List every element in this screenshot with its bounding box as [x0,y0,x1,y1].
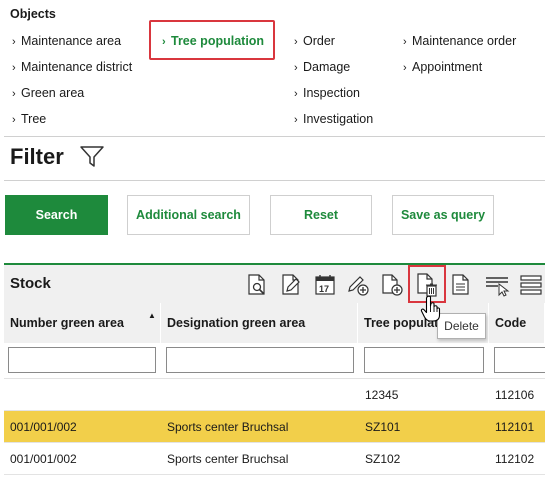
objects-column-4: › Maintenance order › Appointment [403,28,516,80]
object-damage[interactable]: › Damage [294,54,373,80]
object-investigation[interactable]: › Investigation [294,106,373,132]
objects-title: Objects [10,7,56,21]
reset-button[interactable]: Reset [270,195,372,235]
view-document-icon[interactable] [244,270,270,300]
chevron-right-icon: › [12,114,16,126]
sort-ascending-icon[interactable]: ▲ [148,311,156,320]
objects-column-1: › Maintenance area › Maintenance district … [12,28,132,132]
object-appointment[interactable]: › Appointment [403,54,516,80]
table-row[interactable]: 001/001/002 Sports center Bruchsal SZ102… [4,443,545,475]
cell-code: 112106 [495,388,535,402]
save-as-query-button[interactable]: Save as query [392,195,494,235]
table-row[interactable]: 12345 112106 [4,379,545,411]
chevron-right-icon: › [294,36,298,48]
object-label: Tree population [171,34,265,48]
report-document-icon[interactable] [448,270,474,300]
filter-designation-green-area-input[interactable] [166,347,354,373]
cell-number-green-area: 001/001/002 [10,420,77,434]
object-order[interactable]: › Order [294,28,373,54]
object-tree-population[interactable]: › Tree population [162,28,264,54]
column-header-designation-green-area[interactable]: Designation green area [161,303,358,343]
object-label: Investigation [303,112,374,126]
chevron-right-icon: › [403,62,407,74]
chevron-right-icon: › [12,62,16,74]
edit-document-icon[interactable] [278,270,304,300]
chevron-right-icon: › [12,88,16,100]
stock-title: Stock [10,275,51,292]
object-label: Inspection [303,86,360,100]
select-columns-icon[interactable] [484,270,510,300]
chevron-right-icon: › [294,88,298,100]
hand-pointer-icon [420,295,442,326]
column-header-number-green-area[interactable]: Number green area [4,303,161,343]
search-button[interactable]: Search [5,195,108,235]
object-label: Maintenance district [21,60,133,74]
chevron-right-icon: › [12,36,16,48]
object-label: Green area [21,86,85,100]
object-maintenance-district[interactable]: › Maintenance district [12,54,132,80]
cell-designation-green-area: Sports center Bruchsal [167,452,289,466]
chevron-right-icon: › [294,114,298,126]
object-maintenance-area[interactable]: › Maintenance area [12,28,132,54]
add-document-icon[interactable] [379,270,405,300]
chevron-right-icon: › [403,36,407,48]
objects-column-2: › Tree population [162,28,264,54]
object-label: Maintenance order [412,34,517,48]
cell-tree-population: SZ101 [365,420,401,434]
cell-code: 112101 [495,420,535,434]
cell-code: 112102 [495,452,535,466]
table-row[interactable]: 001/001/002 Sports center Bruchsal SZ101… [4,411,545,443]
object-maintenance-order[interactable]: › Maintenance order [403,28,516,54]
cell-designation-green-area: Sports center Bruchsal [167,420,289,434]
chevron-right-icon: › [162,36,166,48]
object-label: Maintenance area [21,34,122,48]
menu-icon[interactable] [518,270,544,300]
divider [4,136,545,137]
column-header-code[interactable]: Code [489,303,545,343]
cell-tree-population: SZ102 [365,452,401,466]
objects-column-3: › Order › Damage › Inspection › Investigatio… [294,28,373,132]
calendar-icon[interactable]: 17 [312,270,338,300]
filter-number-green-area-input[interactable] [8,347,156,373]
add-edit-icon[interactable] [345,270,371,300]
object-green-area[interactable]: › Green area [12,80,132,106]
object-tree[interactable]: › Tree [12,106,132,132]
filter-code-input[interactable] [494,347,545,373]
object-label: Damage [303,60,351,74]
delete-tooltip: Delete [437,313,486,339]
chevron-right-icon: › [294,62,298,74]
additional-search-button[interactable]: Additional search [127,195,250,235]
cell-number-green-area: 001/001/002 [10,452,77,466]
filter-tree-population-input[interactable] [364,347,484,373]
object-label: Order [303,34,335,48]
svg-text:17: 17 [319,284,329,294]
divider [4,180,545,181]
cell-tree-population: 12345 [365,388,399,402]
filter-funnel-icon[interactable] [79,144,105,173]
object-label: Tree [21,112,47,126]
filter-title: Filter [10,144,64,169]
object-label: Appointment [412,60,483,74]
object-inspection[interactable]: › Inspection [294,80,373,106]
